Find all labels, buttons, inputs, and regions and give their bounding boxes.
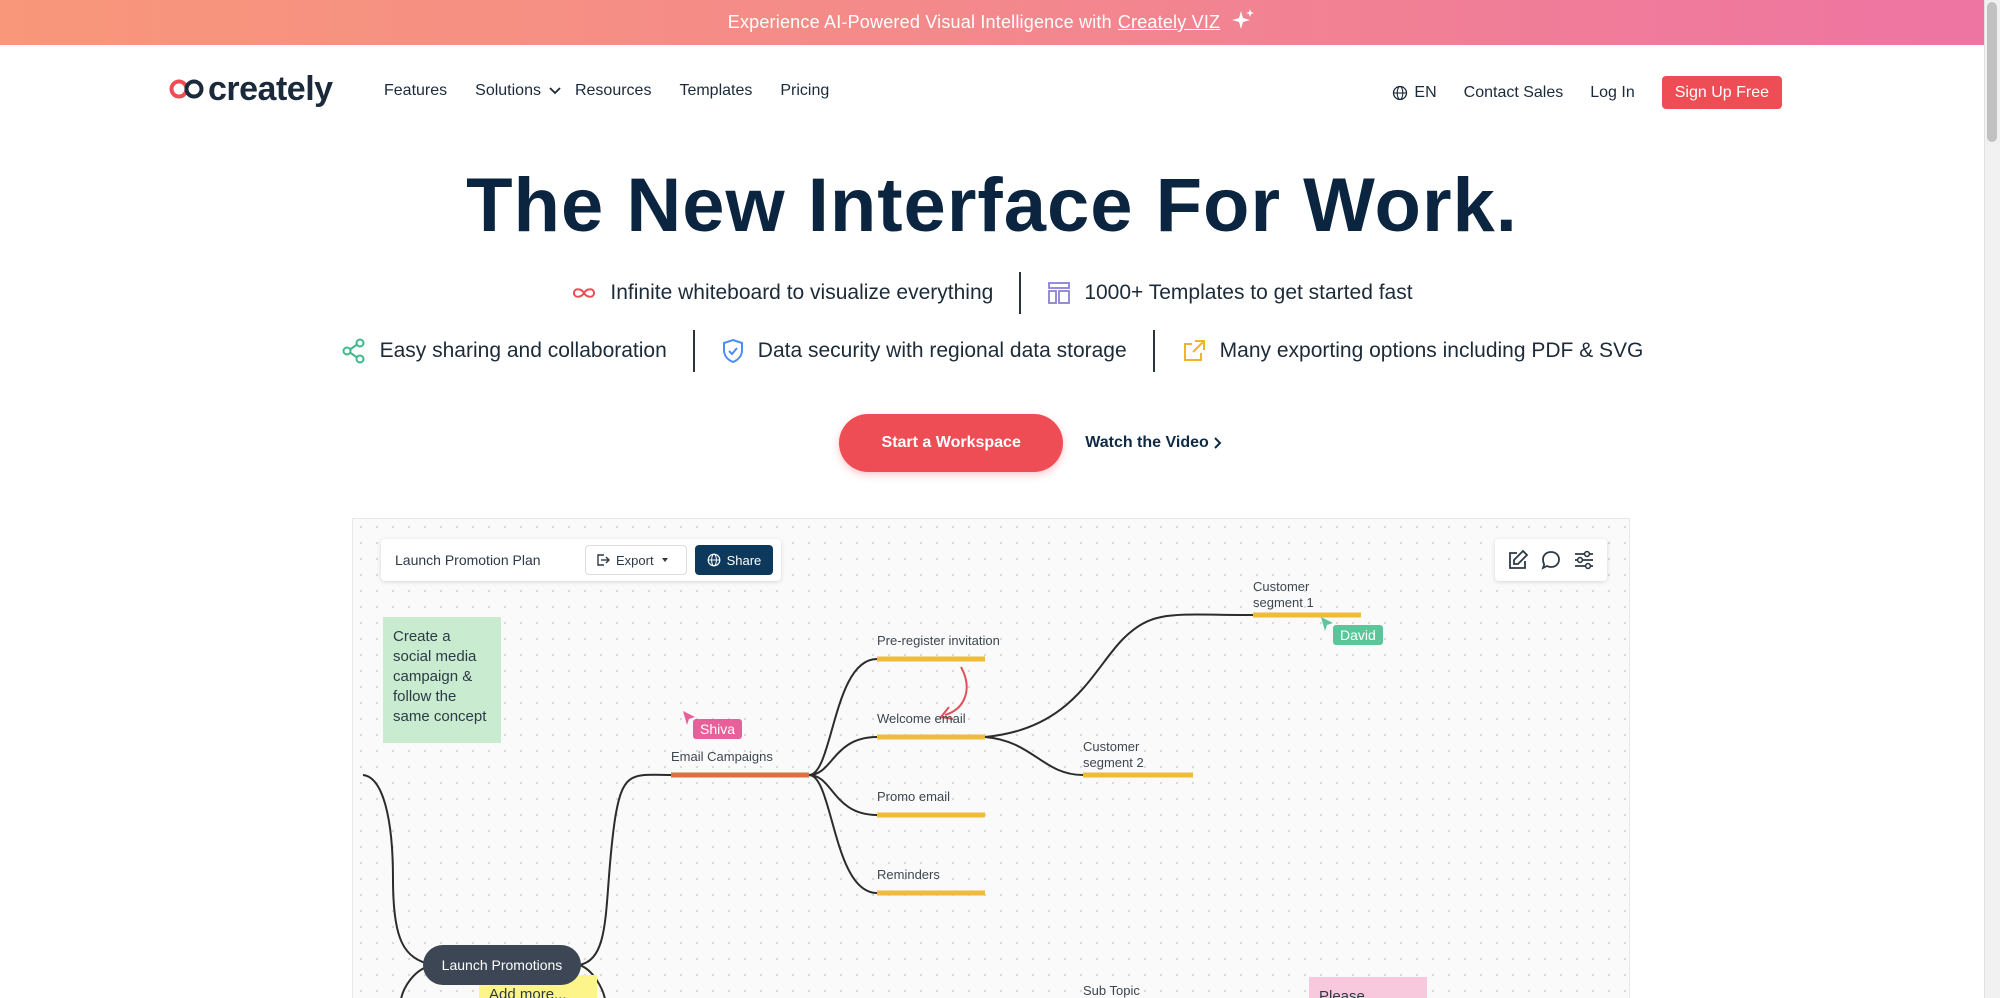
- main-nav: Features Solutions Resources Templates P…: [384, 82, 857, 100]
- page-scrollbar[interactable]: [1984, 0, 2000, 998]
- node-segment-1-line-1[interactable]: Customer: [1253, 579, 1309, 594]
- logo-mark-icon: [169, 79, 204, 99]
- external-link-icon: [1183, 340, 1205, 361]
- cta-row: Start a Workspace Watch the Video: [0, 414, 1984, 472]
- watch-video-label: Watch the Video: [1085, 434, 1209, 451]
- node-promo-email[interactable]: Promo email: [877, 789, 950, 804]
- nav-solutions-label: Solutions: [475, 82, 541, 99]
- whiteboard-preview[interactable]: Launch Promotion Plan Export Share Creat…: [352, 518, 1630, 998]
- node-welcome-email[interactable]: Welcome email: [877, 711, 966, 726]
- canvas-toolbar: Launch Promotion Plan Export Share: [381, 539, 781, 581]
- node-segment-2-line-2[interactable]: segment 2: [1083, 755, 1144, 770]
- share-icon: [342, 338, 365, 364]
- start-workspace-button[interactable]: Start a Workspace: [839, 414, 1064, 472]
- signup-button[interactable]: Sign Up Free: [1661, 76, 1782, 109]
- language-label: EN: [1414, 83, 1437, 101]
- user-tag-david: David: [1333, 625, 1383, 645]
- hero-title: The New Interface For Work.: [466, 163, 1518, 248]
- globe-icon: [707, 553, 720, 567]
- export-icon: [597, 554, 610, 566]
- shield-icon: [722, 338, 743, 364]
- feature-sharing: Easy sharing and collaboration: [341, 338, 667, 364]
- feature-whiteboard: Infinite whiteboard to visualize everyth…: [571, 281, 993, 305]
- feature-whiteboard-text: Infinite whiteboard to visualize everyth…: [610, 281, 994, 304]
- banner-link[interactable]: Creately VIZ: [1118, 12, 1220, 33]
- features-row-2: Easy sharing and collaboration Data secu…: [0, 330, 1984, 372]
- feature-export-text: Many exporting options including PDF & S…: [1219, 339, 1644, 362]
- sticky-note-green[interactable]: Create a social media campaign & follow …: [383, 617, 501, 743]
- chevron-down-icon: [549, 87, 561, 95]
- globe-icon: [1393, 85, 1408, 100]
- template-icon: [1048, 282, 1071, 304]
- nav-resources[interactable]: Resources: [575, 82, 651, 100]
- nav-actions: EN Contact Sales Log In Sign Up Free: [1365, 76, 1782, 109]
- user-tag-shiva: Shiva: [693, 719, 743, 739]
- scrollbar-thumb[interactable]: [1987, 2, 1997, 142]
- login-link[interactable]: Log In: [1590, 84, 1634, 102]
- feature-export: Many exporting options including PDF & S…: [1181, 338, 1644, 364]
- share-button[interactable]: Share: [694, 545, 774, 575]
- sparkle-icon: [1230, 8, 1256, 38]
- mindmap-connectors: [362, 612, 1361, 998]
- nav-pricing[interactable]: Pricing: [780, 82, 829, 100]
- export-label: Export: [616, 552, 654, 568]
- settings-sliders-icon[interactable]: [1573, 549, 1595, 571]
- contact-sales-link[interactable]: Contact Sales: [1464, 84, 1564, 102]
- feature-security: Data security with regional data storage: [721, 338, 1127, 364]
- export-button[interactable]: Export: [585, 545, 687, 575]
- nav-templates[interactable]: Templates: [679, 82, 752, 100]
- feature-sharing-text: Easy sharing and collaboration: [379, 339, 667, 362]
- nav-features[interactable]: Features: [384, 82, 447, 100]
- feature-security-text: Data security with regional data storage: [757, 339, 1127, 362]
- feature-divider: [1019, 272, 1022, 314]
- node-segment-2-line-1[interactable]: Customer: [1083, 739, 1139, 754]
- edit-icon[interactable]: [1507, 549, 1529, 571]
- chevron-right-icon: [1214, 437, 1222, 449]
- sticky-note-pink[interactable]: Please follow...: [1309, 977, 1427, 998]
- banner-text: Experience AI-Powered Visual Intelligenc…: [727, 12, 1112, 32]
- features-row-1: Infinite whiteboard to visualize everyth…: [0, 272, 1984, 314]
- promo-banner[interactable]: Experience AI-Powered Visual Intelligenc…: [0, 0, 1984, 45]
- node-launch-promotions[interactable]: Launch Promotions: [423, 945, 581, 985]
- infinity-icon: [573, 288, 596, 298]
- david-cursor: [1321, 617, 1333, 631]
- feature-divider: [1152, 330, 1155, 372]
- language-selector[interactable]: EN: [1392, 83, 1437, 102]
- node-segment-1-line-2[interactable]: segment 1: [1253, 595, 1314, 610]
- node-sub-topic[interactable]: Sub Topic: [1083, 983, 1140, 998]
- document-title[interactable]: Launch Promotion Plan: [395, 552, 585, 568]
- creately-logo[interactable]: creately: [168, 72, 333, 106]
- feature-divider: [692, 330, 695, 372]
- node-email-campaigns[interactable]: Email Campaigns: [671, 749, 773, 764]
- node-pre-register[interactable]: Pre-register invitation: [877, 633, 1000, 648]
- logo-text: creately: [208, 70, 333, 108]
- node-reminders[interactable]: Reminders: [877, 867, 940, 882]
- feature-templates: 1000+ Templates to get started fast: [1047, 281, 1413, 305]
- caret-down-icon: [661, 558, 668, 562]
- watch-video-link[interactable]: Watch the Video: [1085, 434, 1223, 452]
- share-label: Share: [726, 552, 762, 568]
- comment-icon[interactable]: [1540, 549, 1562, 571]
- nav-solutions[interactable]: Solutions: [475, 82, 561, 100]
- feature-templates-text: 1000+ Templates to get started fast: [1084, 281, 1413, 304]
- canvas-tools: [1495, 539, 1607, 581]
